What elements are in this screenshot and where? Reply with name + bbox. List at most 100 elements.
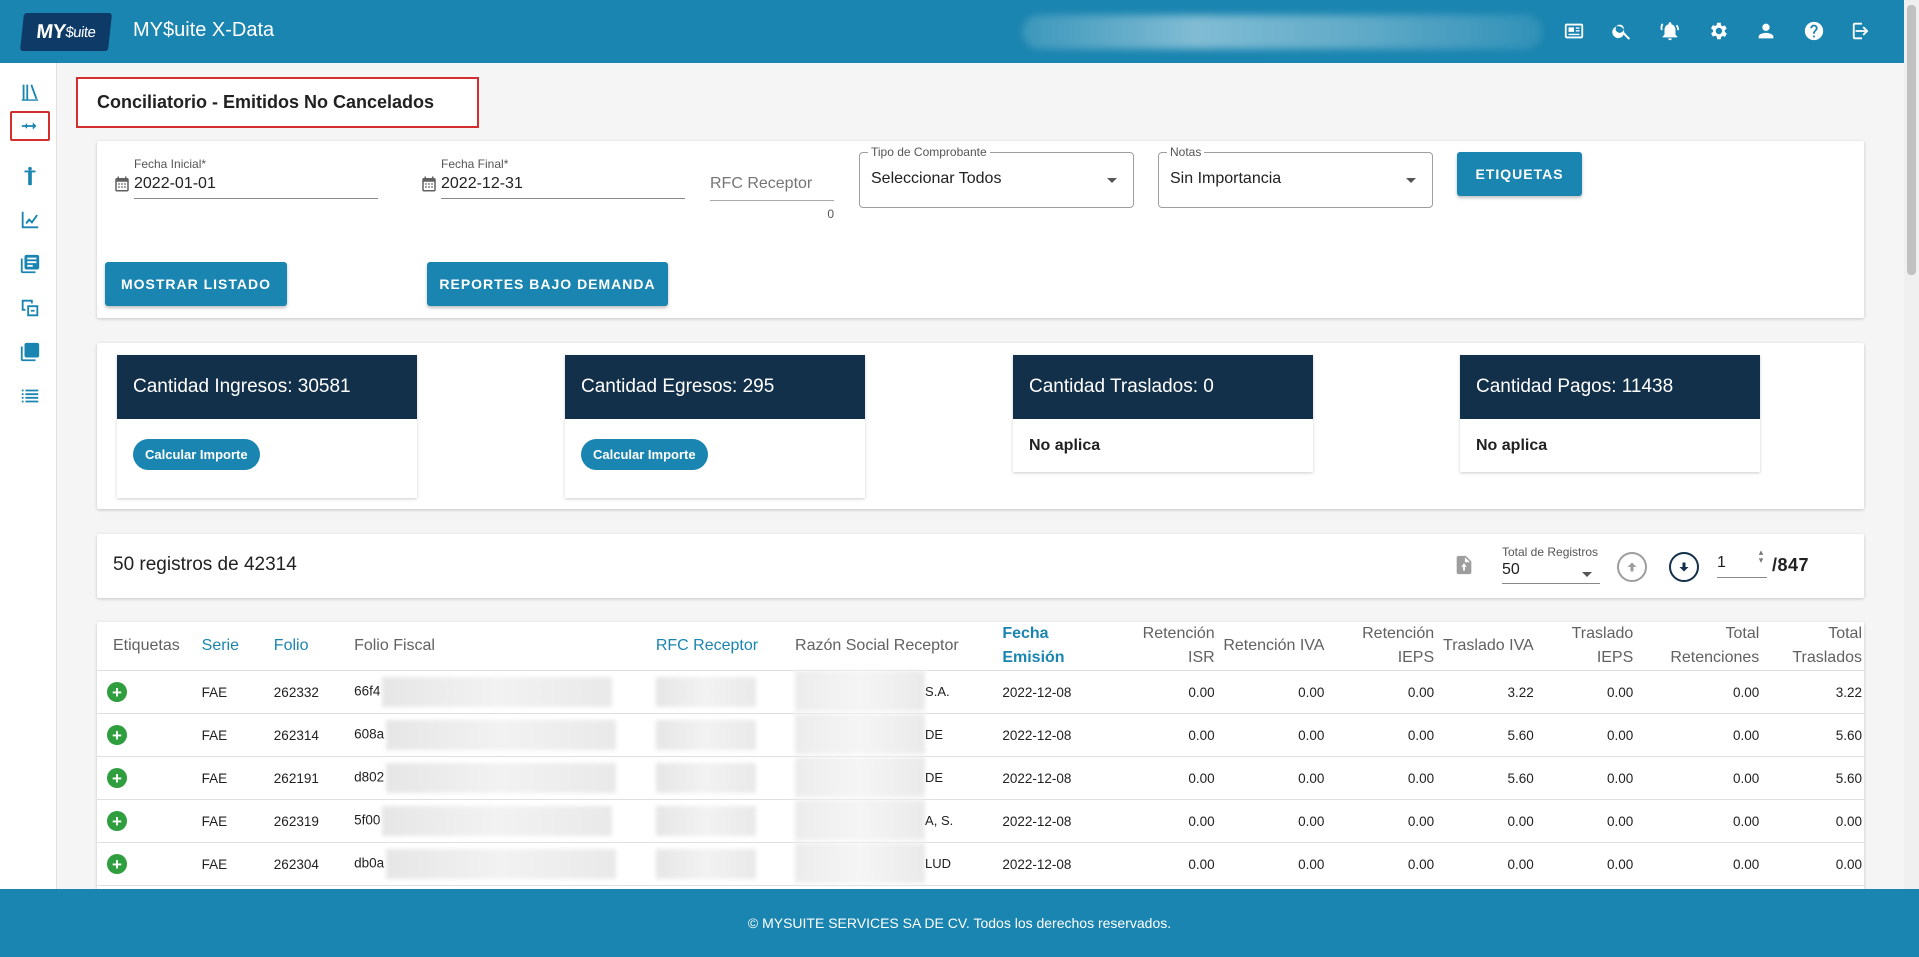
export-file-icon[interactable] xyxy=(1453,554,1477,578)
page-scrollbar[interactable] xyxy=(1904,0,1919,889)
library-icon[interactable] xyxy=(10,77,50,107)
tipo-comprobante-select[interactable]: Tipo de Comprobante Seleccionar Todos xyxy=(859,145,1134,208)
redacted-rfc xyxy=(655,806,756,836)
calendar-icon[interactable] xyxy=(420,175,438,195)
col-retencion-iva[interactable]: Retención IVA xyxy=(1214,622,1325,671)
stepper-icon[interactable]: ▴ ▾ xyxy=(1755,548,1767,565)
col-razon-social[interactable]: Razón Social Receptor xyxy=(795,622,1003,671)
calendar-icon[interactable] xyxy=(113,175,131,195)
add-tag-icon[interactable]: + xyxy=(107,811,127,831)
retencion-isr-cell: 0.00 xyxy=(1114,756,1215,800)
retencion-isr-cell: 0.00 xyxy=(1114,799,1215,843)
col-traslado-iva[interactable]: Traslado IVA xyxy=(1434,622,1534,671)
table-icon[interactable] xyxy=(10,381,50,411)
notas-select[interactable]: Notas Sin Importancia xyxy=(1158,145,1433,208)
total-retenciones-cell: 0.00 xyxy=(1633,713,1760,757)
news-icon[interactable] xyxy=(1562,18,1586,44)
reportes-bajo-demanda-button[interactable]: REPORTES BAJO DEMANDA xyxy=(427,262,668,306)
compare-icon[interactable] xyxy=(10,293,50,323)
fecha-inicial-input[interactable]: 2022-01-01 xyxy=(134,175,378,199)
settings-icon[interactable] xyxy=(1706,18,1730,44)
fecha-final-label: Fecha Final* xyxy=(441,157,509,171)
table-row[interactable]: + FAE 262304 db0a LUD 2022-12-08 0.00 0.… xyxy=(97,842,1864,886)
page-number-value: 1 xyxy=(1717,554,1726,571)
col-total-traslados[interactable]: Total Traslados xyxy=(1759,622,1864,671)
col-fecha-emision[interactable]: Fecha Emisión xyxy=(1002,622,1115,671)
rfc-receptor-field[interactable]: RFC Receptor 0 xyxy=(710,175,834,221)
fecha-final-input[interactable]: 2022-12-31 xyxy=(441,175,685,199)
user-icon[interactable] xyxy=(1754,18,1778,44)
filter-panel: Fecha Inicial* 2022-01-01 Fecha Final* 2… xyxy=(97,141,1864,318)
add-tag-icon[interactable]: + xyxy=(107,682,127,702)
scrollbar-thumb[interactable] xyxy=(1907,5,1916,275)
page-number-input[interactable]: 1 ▴ ▾ xyxy=(1717,548,1767,578)
calcular-importe-ingresos-button[interactable]: Calcular Importe xyxy=(133,439,260,470)
search-icon[interactable] xyxy=(1610,18,1634,44)
notifications-icon[interactable] xyxy=(1658,18,1682,44)
layers-icon[interactable] xyxy=(10,337,50,367)
table-row[interactable]: + FAE 262332 66f4 S.A. 2022-12-08 0.00 0… xyxy=(97,670,1864,714)
total-traslados-cell: 0.00 xyxy=(1759,799,1864,843)
stat-ingresos: Cantidad Ingresos: 30581 Calcular Import… xyxy=(117,355,417,498)
rfc-receptor-cell xyxy=(655,842,796,886)
stats-panel: Cantidad Ingresos: 30581 Calcular Import… xyxy=(97,343,1864,509)
table-row[interactable]: + FAE 262191 d802 DE 2022-12-08 0.00 0.0… xyxy=(97,756,1864,800)
serie-cell: FAE xyxy=(201,713,274,757)
logout-icon[interactable] xyxy=(1850,18,1874,44)
mostrar-listado-button[interactable]: MOSTRAR LISTADO xyxy=(105,262,287,306)
retencion-isr-cell: 0.00 xyxy=(1114,842,1215,886)
razon-social-suffix: S.A. xyxy=(925,684,950,699)
traslado-ieps-cell: 0.00 xyxy=(1533,670,1634,714)
chevron-down-icon xyxy=(1582,572,1592,577)
total-traslados-cell: 5.60 xyxy=(1759,713,1864,757)
folio-fiscal-prefix: 608a xyxy=(354,726,385,742)
etiquetas-cell: + xyxy=(97,842,202,886)
stat-pagos-title: Cantidad Pagos: 11438 xyxy=(1460,355,1760,419)
stat-egresos: Cantidad Egresos: 295 Calcular Importe xyxy=(565,355,865,498)
total-registros-select[interactable]: Total de Registros 50 xyxy=(1502,545,1600,584)
conciliation-icon[interactable] xyxy=(10,111,50,141)
col-total-retenciones[interactable]: Total Retenciones xyxy=(1633,622,1760,671)
col-retencion-ieps[interactable]: Retención IEPS xyxy=(1324,622,1435,671)
user-info-redacted xyxy=(1022,15,1542,49)
add-tag-icon[interactable]: + xyxy=(107,854,127,874)
chevron-down-icon xyxy=(1107,178,1117,183)
redacted-uuid xyxy=(382,677,613,707)
col-folio-fiscal[interactable]: Folio Fiscal xyxy=(354,622,656,671)
stat-traslados-note: No aplica xyxy=(1029,437,1101,454)
table-row[interactable]: + FAE 262314 608a DE 2022-12-08 0.00 0.0… xyxy=(97,713,1864,757)
folio-fiscal-cell: 608a xyxy=(354,713,656,757)
retencion-ieps-cell: 0.00 xyxy=(1324,799,1435,843)
list-icon[interactable] xyxy=(10,249,50,279)
rfc-receptor-input[interactable]: RFC Receptor xyxy=(710,175,834,201)
rfc-receptor-cell xyxy=(655,670,796,714)
page-title: Conciliatorio - Emitidos No Cancelados xyxy=(76,77,479,128)
fecha-emision-cell: 2022-12-08 xyxy=(1002,713,1115,757)
col-serie[interactable]: Serie xyxy=(201,622,274,671)
col-rfc-receptor[interactable]: RFC Receptor xyxy=(655,622,796,671)
table-row[interactable]: + FAE 262319 5f00 A, S. 2022-12-08 0.00 … xyxy=(97,799,1864,843)
traslado-iva-cell: 3.22 xyxy=(1434,670,1534,714)
etiquetas-button[interactable]: ETIQUETAS xyxy=(1457,152,1582,196)
app-logo[interactable]: MY $uite xyxy=(20,13,112,51)
retencion-iva-cell: 0.00 xyxy=(1214,713,1325,757)
razon-social-suffix: DE xyxy=(925,727,944,742)
previous-page-icon[interactable] xyxy=(1617,552,1647,582)
chart-icon[interactable] xyxy=(10,205,50,235)
help-icon[interactable] xyxy=(1802,18,1826,44)
add-tag-icon[interactable]: + xyxy=(107,768,127,788)
col-retencion-isr[interactable]: Retención ISR xyxy=(1114,622,1215,671)
col-folio[interactable]: Folio xyxy=(273,622,355,671)
calcular-importe-egresos-button[interactable]: Calcular Importe xyxy=(581,439,708,470)
folio-cell: 262304 xyxy=(273,842,355,886)
add-tag-icon[interactable]: + xyxy=(107,725,127,745)
folio-fiscal-cell: d802 xyxy=(354,756,656,800)
page-total: /847 xyxy=(1772,555,1810,575)
total-registros-label: Total de Registros xyxy=(1502,545,1599,559)
person-icon[interactable] xyxy=(10,161,50,191)
col-traslado-ieps[interactable]: Traslado IEPS xyxy=(1533,622,1634,671)
redacted-uuid xyxy=(386,849,617,879)
next-page-icon[interactable] xyxy=(1669,552,1699,582)
razon-social-cell: LUD xyxy=(795,842,1003,886)
app-root: MY $uite MY$uite X-Data Conciliatorio - E… xyxy=(0,0,1919,957)
